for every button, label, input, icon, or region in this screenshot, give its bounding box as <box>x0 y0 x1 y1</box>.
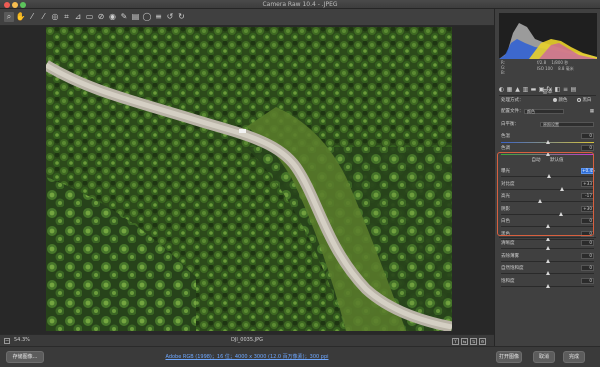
panel-tabs: ◐ ▦ ▲ ▥ ▬ ▣ fx ◧ ≡ ▤ <box>498 76 598 93</box>
before-after-icon[interactable]: ⇆ <box>461 338 468 345</box>
cancel-button[interactable]: 取消 <box>533 351 555 363</box>
presence-value[interactable]: 0 <box>581 252 594 259</box>
open-image-button[interactable]: 打开图像 <box>496 351 522 363</box>
tint-row: 色调 0 <box>501 145 594 151</box>
presence-slider[interactable] <box>501 246 594 250</box>
rgb-readout: R: G: B: <box>501 60 506 75</box>
red-eye-icon[interactable]: ◉ <box>108 12 118 22</box>
workflow-options-link[interactable]: Adobe RGB (1998)；16 位；4000 x 3000 (12.0 … <box>0 353 494 360</box>
done-button[interactable]: 完成 <box>563 351 585 363</box>
shutter-speed: 1/800 秒 <box>551 60 569 65</box>
temperature-slider[interactable] <box>501 140 594 144</box>
swap-icon[interactable]: ⇅ <box>470 338 477 345</box>
status-bar: − 54.3% DJI_0035.JPG Y ⇆ ⇅ ⚙ <box>0 334 494 346</box>
process-bw-radio[interactable]: 黑白 <box>577 97 591 104</box>
presence-label: 清晰度 <box>501 241 515 246</box>
title-bar: Camera Raw 10.4 - .JPEG <box>0 0 600 9</box>
transform-icon[interactable]: ▭ <box>85 12 95 22</box>
process-row: 处理方式： 颜色 黑白 <box>501 97 592 104</box>
preferences-icon[interactable]: ≡ <box>154 12 164 22</box>
iso: ISO 100 <box>537 66 553 71</box>
rotate-ccw-icon[interactable]: ↺ <box>165 12 175 22</box>
slider-knob[interactable] <box>545 283 550 288</box>
profile-dropdown[interactable]: 颜色 <box>524 109 564 114</box>
presence-label: 去除薄雾 <box>501 253 519 259</box>
focal-length: 8.8 毫米 <box>558 66 574 71</box>
view-mode-icon[interactable]: Y <box>452 338 459 345</box>
target-adjust-icon[interactable]: ◎ <box>50 12 60 22</box>
white-balance-dropdown[interactable]: 原照设置 <box>540 122 594 127</box>
photo-preview[interactable] <box>46 27 452 331</box>
window-title: Camera Raw 10.4 - .JPEG <box>262 1 338 8</box>
presence-label: 自然饱和度 <box>501 266 524 272</box>
footer-bar: 存储图像... Adobe RGB (1998)；16 位；4000 x 300… <box>0 346 600 367</box>
temperature-row: 色温 0 <box>501 133 594 139</box>
aperture: f/2.8 <box>537 60 547 65</box>
white-balance-row: 白平衡： 原照设置 <box>501 121 594 128</box>
temperature-value[interactable]: 0 <box>581 133 594 139</box>
adjustment-brush-icon[interactable]: ✎ <box>119 12 129 22</box>
panel-title: 基本 <box>542 89 553 95</box>
presence-slider[interactable] <box>501 258 594 263</box>
color-sampler-icon[interactable]: ⁄ <box>39 12 49 22</box>
straighten-icon[interactable]: ⊿ <box>73 12 83 22</box>
tint-value[interactable]: 0 <box>581 145 594 151</box>
presence-value[interactable]: 0 <box>581 240 594 246</box>
presence-value[interactable]: 0 <box>581 265 594 272</box>
profile-row: 配置文件： 颜色 ▦ <box>501 108 594 115</box>
zoom-icon[interactable]: ⌕ <box>4 12 14 22</box>
presence-slider[interactable] <box>501 283 594 288</box>
aerial-forest-photo <box>46 27 452 331</box>
spot-removal-icon[interactable]: ⊘ <box>96 12 106 22</box>
presence-label: 饱和度 <box>501 278 515 284</box>
slider-knob[interactable] <box>545 246 550 250</box>
presence-value[interactable]: 0 <box>581 277 594 284</box>
rotate-cw-icon[interactable]: ↻ <box>177 12 187 22</box>
slider-knob[interactable] <box>545 258 550 263</box>
camera-info: R: G: B: <box>501 60 519 75</box>
hand-icon[interactable]: ✋ <box>16 12 26 22</box>
graduated-filter-icon[interactable]: ▤ <box>131 12 141 22</box>
file-name: DJI_0035.JPG <box>231 337 263 343</box>
white-balance-icon[interactable]: ⁄ <box>27 12 37 22</box>
settings-icon[interactable]: ⚙ <box>479 338 486 345</box>
presence-slider[interactable] <box>501 271 594 276</box>
highlight-box <box>497 152 594 236</box>
profile-browser-icon[interactable]: ▦ <box>590 108 594 115</box>
histogram <box>499 13 597 59</box>
slider-knob[interactable] <box>545 271 550 276</box>
process-color-radio[interactable]: 颜色 <box>553 97 567 104</box>
image-canvas[interactable] <box>0 26 494 334</box>
crop-icon[interactable]: ⌗ <box>62 12 72 22</box>
radial-filter-icon[interactable]: ◯ <box>142 12 152 22</box>
